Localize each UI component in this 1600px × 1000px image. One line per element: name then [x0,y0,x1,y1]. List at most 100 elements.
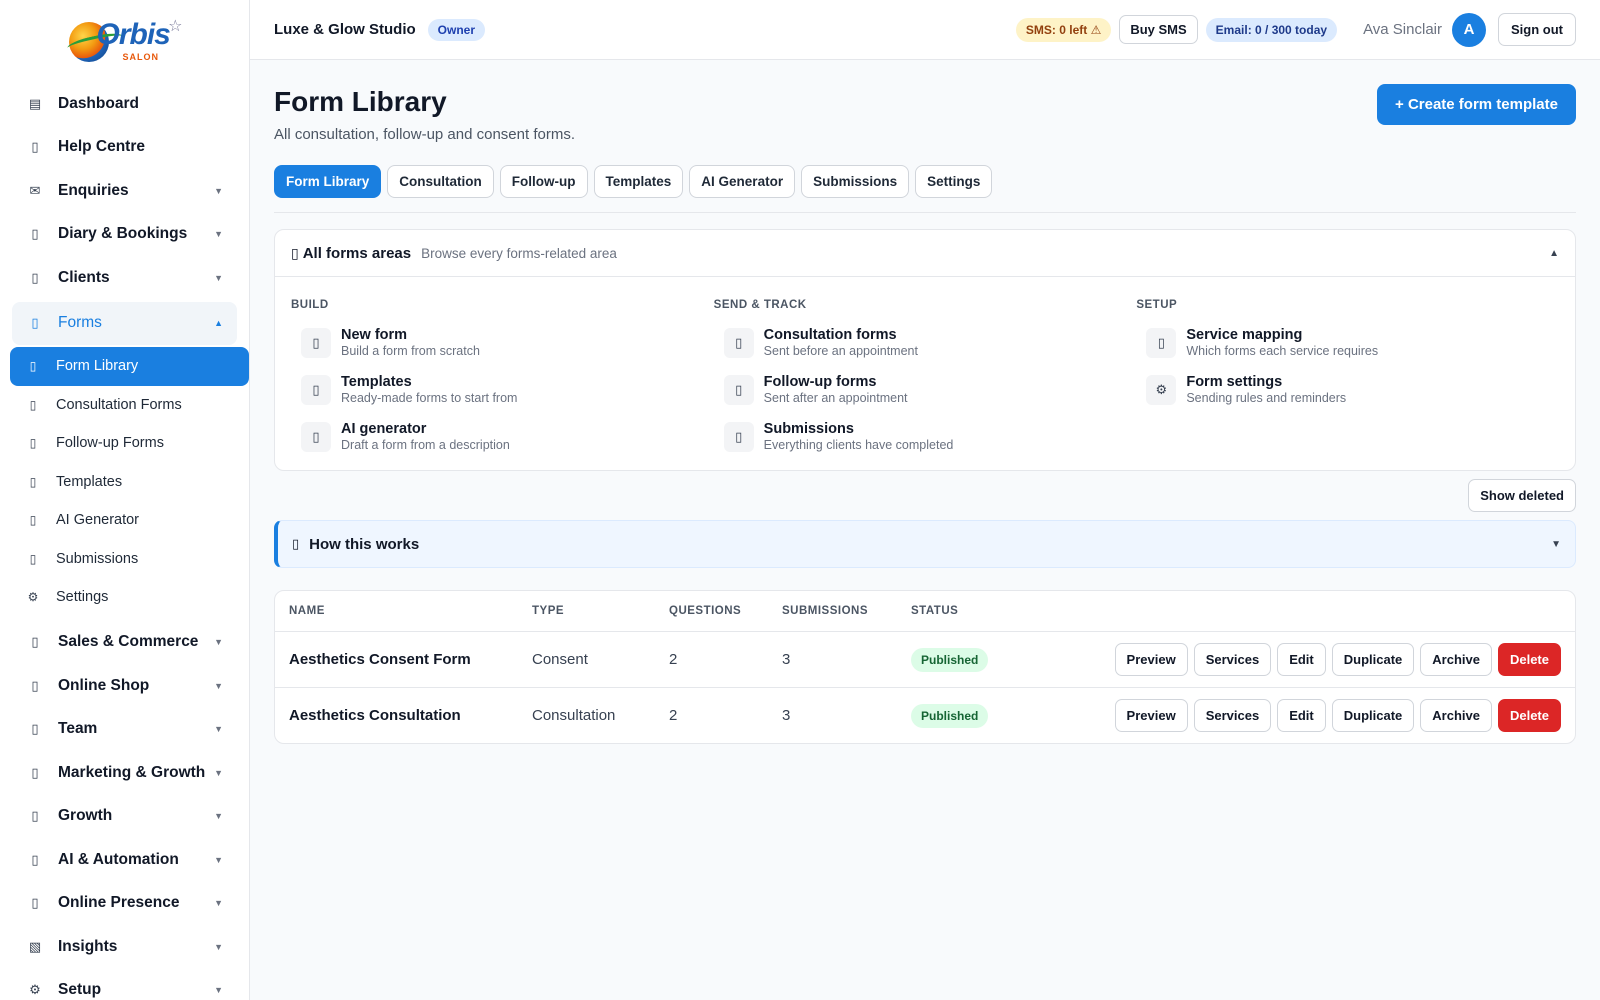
chevron-down-icon: ▼ [214,811,223,822]
sidebar-subitem-templates[interactable]: ▯ Templates [10,463,249,502]
logo-text: Orbis [96,18,171,51]
tab-submissions[interactable]: Submissions [801,165,910,198]
tab-form-library[interactable]: Form Library [274,165,382,198]
archive-button[interactable]: Archive [1420,642,1492,676]
sidebar-item-dashboard[interactable]: ▤ Dashboard [12,82,237,126]
area-link-ai-generator[interactable]: ▯ AI generator Draft a form from a descrip… [291,413,714,460]
sidebar-item-enquiries[interactable]: ✉ Enquiries ▼ [12,169,237,213]
sidebar-subitem-submissions[interactable]: ▯ Submissions [10,540,249,579]
area-link-follow-up-forms[interactable]: ▯ Follow-up forms Sent after an appointmen… [714,366,1137,413]
tab-consultation[interactable]: Consultation [387,165,494,198]
edit-button[interactable]: Edit [1277,642,1326,676]
sidebar-item-online-shop[interactable]: ▯ Online Shop ▼ [12,664,237,708]
tab-settings[interactable]: Settings [915,165,993,198]
chevron-down-icon: ▼ [214,985,223,996]
chevron-down-icon[interactable]: ▼ [1551,539,1561,550]
sidebar-item-ai-and-automation[interactable]: ▯ AI & Automation ▼ [12,838,237,882]
tab-follow-up[interactable]: Follow-up [499,165,588,198]
area-link-templates[interactable]: ▯ Templates Ready-made forms to start from [291,366,714,413]
automation-icon: ▯ [31,851,39,867]
web-icon: ▯ [31,895,39,911]
area-link-new-form[interactable]: ▯ New form Build a form from scratch [291,319,714,366]
sidebar-subitem-label: Form Library [56,358,139,375]
column-header-questions: QUESTIONS [655,591,768,632]
sidebar-subitem-label: AI Generator [56,512,140,529]
area-link-consultation-forms[interactable]: ▯ Consultation forms Sent before an appoin… [714,319,1137,366]
sidebar-item-team[interactable]: ▯ Team ▼ [12,708,237,752]
edit-button[interactable]: Edit [1277,698,1326,732]
delete-button[interactable]: Delete [1497,642,1561,676]
sidebar-item-help-centre[interactable]: ▯ Help Centre [12,126,237,170]
sidebar-subitem-form-library[interactable]: ▯ Form Library [10,347,249,386]
services-button[interactable]: Services [1193,698,1272,732]
logo[interactable]: Orbis SALON ☆ [0,0,249,82]
dashboard-icon: ▤ [28,95,42,111]
table-row: Aesthetics Consultation Consultation 2 3 Pub… [275,687,1575,743]
chevron-up-icon[interactable]: ▲ [1549,248,1559,259]
sidebar-subitem-settings[interactable]: ⚙ Settings [10,578,249,617]
sidebar-nav: ▤ Dashboard ▯ Help Centre ✉ Enquiries ▼ ▯ Diary … [0,82,249,345]
mapping-icon: ▯ [1146,327,1177,358]
delete-button[interactable]: Delete [1497,698,1561,732]
sidebar-item-online-presence[interactable]: ▯ Online Presence ▼ [12,882,237,926]
form-question-count: 2 [669,706,678,724]
preview-button[interactable]: Preview [1114,698,1188,732]
sidebar-subitem-consultation-forms[interactable]: ▯ Consultation Forms [10,386,249,425]
show-deleted-button[interactable]: Show deleted [1468,479,1576,512]
form-submission-count: 3 [768,631,897,688]
forms-areas-description: Browse every forms-related area [421,245,617,261]
area-link-form-settings[interactable]: ⚙ Form settings Sending rules and reminder… [1136,366,1559,413]
sidebar-item-setup[interactable]: ⚙ Setup ▼ [12,969,237,1000]
chevron-down-icon: ▼ [214,941,223,952]
sidebar-item-label: Forms [58,314,102,332]
duplicate-button[interactable]: Duplicate [1331,698,1415,732]
area-column-send-and-track: SEND & TRACK ▯ Consultation forms Sent befo… [714,299,1137,460]
sidebar-item-diary-and-bookings[interactable]: ▯ Diary & Bookings ▼ [12,213,237,257]
form-submission-count: 3 [782,706,791,724]
tab-bar: Form Library Consultation Follow-up Templat… [274,165,1576,213]
main-content: Form Library All consultation, follow-up… [250,60,1600,744]
archive-button[interactable]: Archive [1420,698,1492,732]
insights-icon: ▧ [28,938,42,954]
area-link-description: Draft a form from a description [341,438,510,452]
sidebar-item-marketing-and-growth[interactable]: ▯ Marketing & Growth ▼ [12,751,237,795]
area-link-service-mapping[interactable]: ▯ Service mapping Which forms each service… [1136,319,1559,366]
sidebar-item-label: Setup [58,981,102,999]
sidebar-subitem-follow-up-forms[interactable]: ▯ Follow-up Forms [10,424,249,463]
sign-out-button[interactable]: Sign out [1498,13,1576,46]
preview-button[interactable]: Preview [1114,642,1188,676]
sidebar-subitem-label: Settings [56,589,109,606]
area-link-text: Service mapping Which forms each service … [1186,327,1378,358]
tab-templates[interactable]: Templates [593,165,684,198]
page-title: Form Library [274,86,447,117]
templates-icon: ▯ [29,474,37,489]
consultation-icon: ▯ [723,327,754,358]
how-this-works-panel[interactable]: ▯ How this works ▼ [274,520,1576,568]
forms-areas-header[interactable]: ▯ All forms areas Browse every forms-rel… [275,230,1575,277]
sidebar-item-forms[interactable]: ▯ Forms ▲ [12,301,237,345]
table-row: Aesthetics Consent Form Consent 2 3 Publishe… [275,631,1575,688]
area-link-submissions[interactable]: ▯ Submissions Everything clients have comp… [714,413,1137,460]
duplicate-button[interactable]: Duplicate [1331,642,1415,676]
row-actions: Preview Services Edit Duplicate Archive Delet… [1061,642,1561,676]
sidebar-item-sales-and-commerce[interactable]: ▯ Sales & Commerce ▼ [12,621,237,665]
chevron-down-icon: ▼ [214,229,223,240]
services-button[interactable]: Services [1193,642,1272,676]
user-name: Ava Sinclair [1363,21,1442,38]
create-form-template-button[interactable]: + Create form template [1377,84,1576,125]
area-link-title: New form [341,327,408,343]
chevron-down-icon: ▼ [214,680,223,691]
tab-ai-generator[interactable]: AI Generator [689,165,796,198]
column-header-type: TYPE [518,591,655,632]
row-actions-cell: Preview Services Edit Duplicate Archive Delet… [1047,687,1575,743]
buy-sms-button[interactable]: Buy SMS [1119,15,1198,44]
sidebar-item-clients[interactable]: ▯ Clients ▼ [12,256,237,300]
sidebar-subitem-label: Submissions [56,550,139,567]
sidebar-subitem-ai-generator[interactable]: ▯ AI Generator [10,501,249,540]
area-column-setup: SETUP ▯ Service mapping Which forms each se… [1136,299,1559,460]
area-heading: BUILD [291,299,329,311]
avatar[interactable]: A [1452,12,1486,47]
sidebar-item-growth[interactable]: ▯ Growth ▼ [12,795,237,839]
sidebar-item-insights[interactable]: ▧ Insights ▼ [12,925,237,969]
area-link-description: Sending rules and reminders [1186,391,1347,405]
